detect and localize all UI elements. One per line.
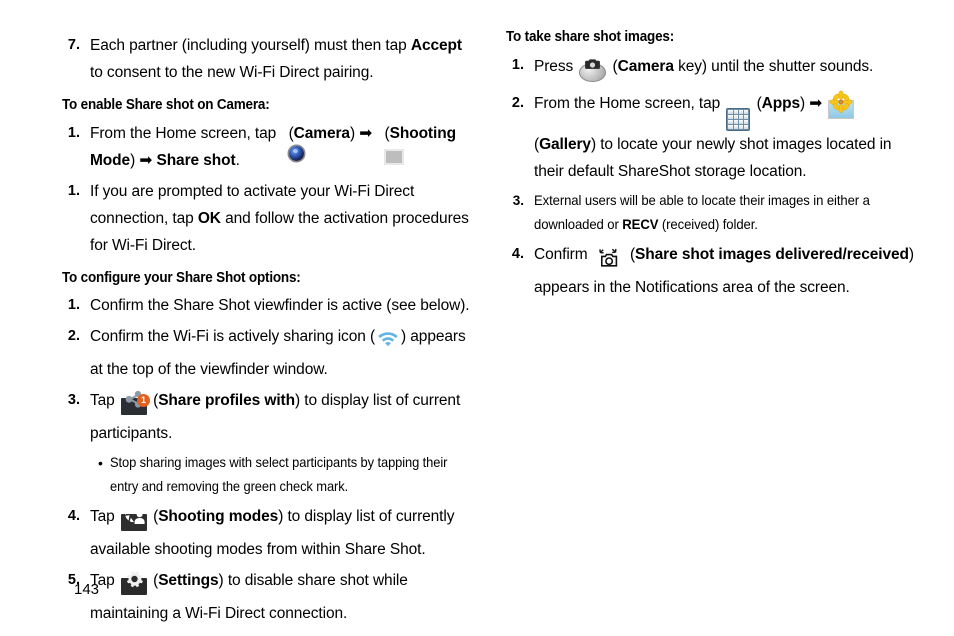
list-text: From the Home screen, tap (Camera) ➡ (Sh…: [90, 120, 472, 174]
emphasis-recv: RECV: [622, 216, 659, 232]
emphasis-shooting-modes: Shooting modes: [158, 508, 279, 526]
list-number: 2.: [511, 94, 524, 111]
list-item: 7. Each partner (including yourself) mus…: [62, 32, 472, 86]
emphasis-camera-key: Camera: [617, 57, 674, 75]
emphasis-share-profiles: Share profiles with: [158, 392, 295, 410]
wifi-sharing-icon: [377, 329, 399, 356]
text-run: .: [235, 151, 240, 169]
sub-bullet-text: Stop sharing images with select particip…: [110, 455, 448, 495]
list-text: Tap 1 (Share profiles with) to display l…: [90, 387, 472, 447]
list-item: 1. Press (Camera key) until the shutter …: [506, 52, 916, 86]
list-number: 2.: [67, 328, 80, 345]
text-run: to consent to the new Wi-Fi Direct pairi…: [90, 64, 374, 81]
list-number: 1.: [67, 182, 80, 199]
text-run: ) ➡: [800, 94, 827, 112]
text-run: (: [608, 57, 618, 75]
list-text: External users will be able to locate th…: [534, 189, 897, 237]
text-run: (: [380, 124, 390, 142]
list-text: Confirm (Share shot images delivered/rec…: [534, 241, 916, 301]
list-text: Confirm the Share Shot viewfinder is act…: [90, 297, 470, 315]
list-text: Tap (Settings) to disable share shot whi…: [90, 567, 472, 627]
notification-badge: 1: [136, 394, 150, 408]
text-run: (: [148, 508, 159, 526]
list-item: 1. If you are prompted to activate your …: [62, 178, 472, 259]
list-item: 4. Tap (Shooting modes) to display list …: [62, 503, 472, 563]
text-run: (received) folder.: [658, 216, 758, 232]
emphasis-settings: Settings: [158, 572, 219, 590]
list-number: 3.: [67, 392, 80, 409]
text-run: (: [752, 94, 762, 112]
emphasis-apps: Apps: [761, 94, 801, 112]
apps-grid-icon: [726, 107, 751, 131]
list-item: 1. From the Home screen, tap (Camera) ➡ …: [62, 120, 472, 174]
list-number: 1.: [67, 124, 80, 141]
list-item: 4. Confirm (Share shot images delivered/…: [506, 241, 916, 301]
list-item: 3. External users will be able to locate…: [506, 189, 916, 237]
list-text: Each partner (including yourself) must t…: [90, 32, 472, 86]
text-run: key) until the shutter sounds.: [673, 57, 874, 75]
emphasis-share-shot: Share shot: [156, 151, 236, 169]
bullet-glyph: •: [98, 455, 103, 472]
shooting-modes-icon: [120, 503, 147, 536]
emphasis-ok: OK: [197, 209, 221, 227]
text-run: From the Home screen, tap: [90, 124, 281, 142]
page-number: 143: [74, 581, 100, 598]
share-profiles-icon: 1: [120, 387, 150, 420]
emphasis-gallery: Gallery: [539, 135, 591, 153]
text-run: (: [284, 124, 294, 142]
text-run: (: [148, 572, 159, 590]
list-text: From the Home screen, tap (Apps) ➡ (Gall…: [534, 90, 916, 185]
list-number: 3.: [512, 192, 524, 208]
list-item: 3. Tap 1 (Share profiles with) to displa…: [62, 387, 472, 447]
text-run: Tap: [90, 392, 119, 410]
list-number: 1.: [511, 56, 524, 73]
text-run: (: [625, 245, 636, 263]
list-number: 4.: [511, 245, 524, 262]
list-item: 2. From the Home screen, tap (Apps) ➡ (G…: [506, 90, 916, 185]
section-heading-configure: To configure your Share Shot options:: [62, 269, 301, 286]
camera-key-icon: [579, 52, 607, 86]
list-text: Tap (Shooting modes) to display list of …: [90, 503, 472, 563]
emphasis-accept: Accept: [410, 37, 462, 54]
text-run: Each partner (including yourself) must t…: [90, 37, 411, 54]
list-text: Confirm the Wi-Fi is actively sharing ic…: [90, 323, 472, 383]
emphasis-delivered: Share shot images delivered/received: [635, 245, 909, 263]
share-shot-delivered-icon: [594, 246, 624, 274]
list-text: If you are prompted to activate your Wi-…: [90, 178, 472, 259]
settings-gear-icon: [120, 567, 147, 600]
gallery-icon: [828, 90, 855, 123]
list-number: 7.: [67, 37, 80, 53]
sub-bullet-item: • Stop sharing images with select partic…: [98, 451, 472, 499]
text-run: Tap: [90, 508, 119, 526]
text-run: ) ➡: [349, 124, 377, 142]
list-item: 2. Confirm the Wi-Fi is actively sharing…: [62, 323, 472, 383]
text-run: (: [148, 392, 159, 410]
text-run: Confirm the Wi-Fi is actively sharing ic…: [90, 328, 376, 346]
text-run: Confirm: [534, 245, 592, 263]
list-number: 1.: [67, 297, 80, 314]
right-column: To take share shot images: 1. Press (Cam…: [506, 28, 916, 305]
emphasis-camera: Camera: [293, 124, 350, 142]
left-column: 7. Each partner (including yourself) mus…: [62, 28, 472, 631]
list-number: 4.: [67, 508, 80, 525]
section-heading-take: To take share shot images:: [506, 29, 675, 45]
list-item: 5. Tap (Settings) to disable share shot …: [62, 567, 472, 627]
text-run: From the Home screen, tap: [534, 94, 725, 112]
list-item: 1. Confirm the Share Shot viewfinder is …: [62, 292, 472, 319]
manual-page: 7. Each partner (including yourself) mus…: [0, 0, 954, 636]
text-run: ) ➡: [130, 151, 157, 169]
list-text: Press (Camera key) until the shutter sou…: [534, 52, 916, 86]
text-run: Press: [534, 57, 578, 75]
section-heading-enable: To enable Share shot on Camera:: [62, 97, 270, 113]
